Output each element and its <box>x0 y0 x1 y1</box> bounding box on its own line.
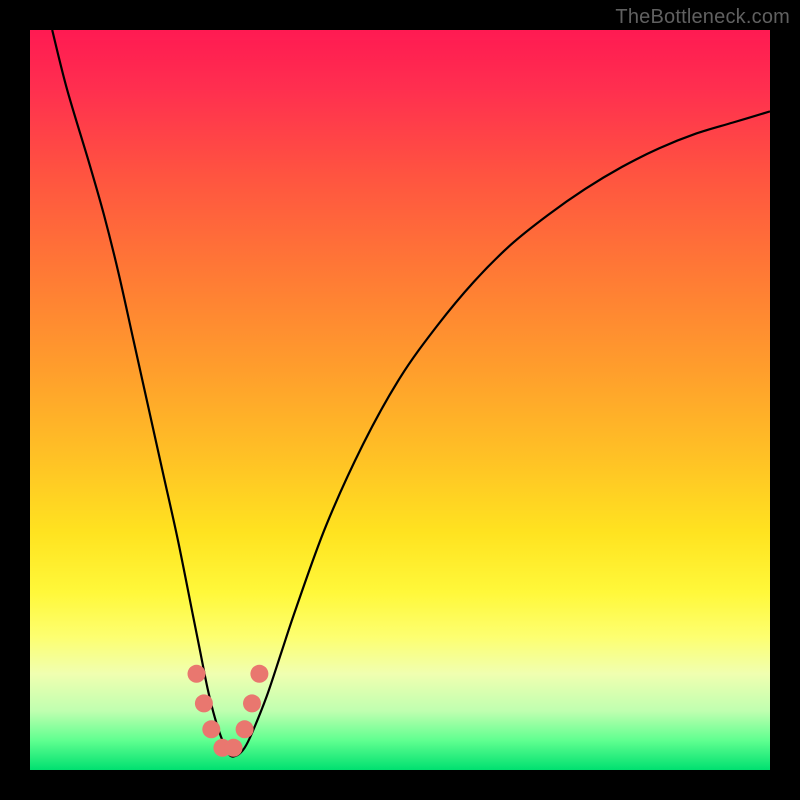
bottleneck-curve <box>52 30 770 757</box>
curve-marker <box>236 720 254 738</box>
plot-area <box>30 30 770 770</box>
chart-frame: TheBottleneck.com <box>0 0 800 800</box>
watermark-text: TheBottleneck.com <box>615 6 790 29</box>
curve-svg <box>30 30 770 770</box>
curve-marker <box>195 694 213 712</box>
curve-marker <box>250 665 268 683</box>
curve-marker <box>225 739 243 757</box>
curve-markers <box>188 665 269 757</box>
curve-marker <box>202 720 220 738</box>
curve-marker <box>188 665 206 683</box>
curve-marker <box>243 694 261 712</box>
